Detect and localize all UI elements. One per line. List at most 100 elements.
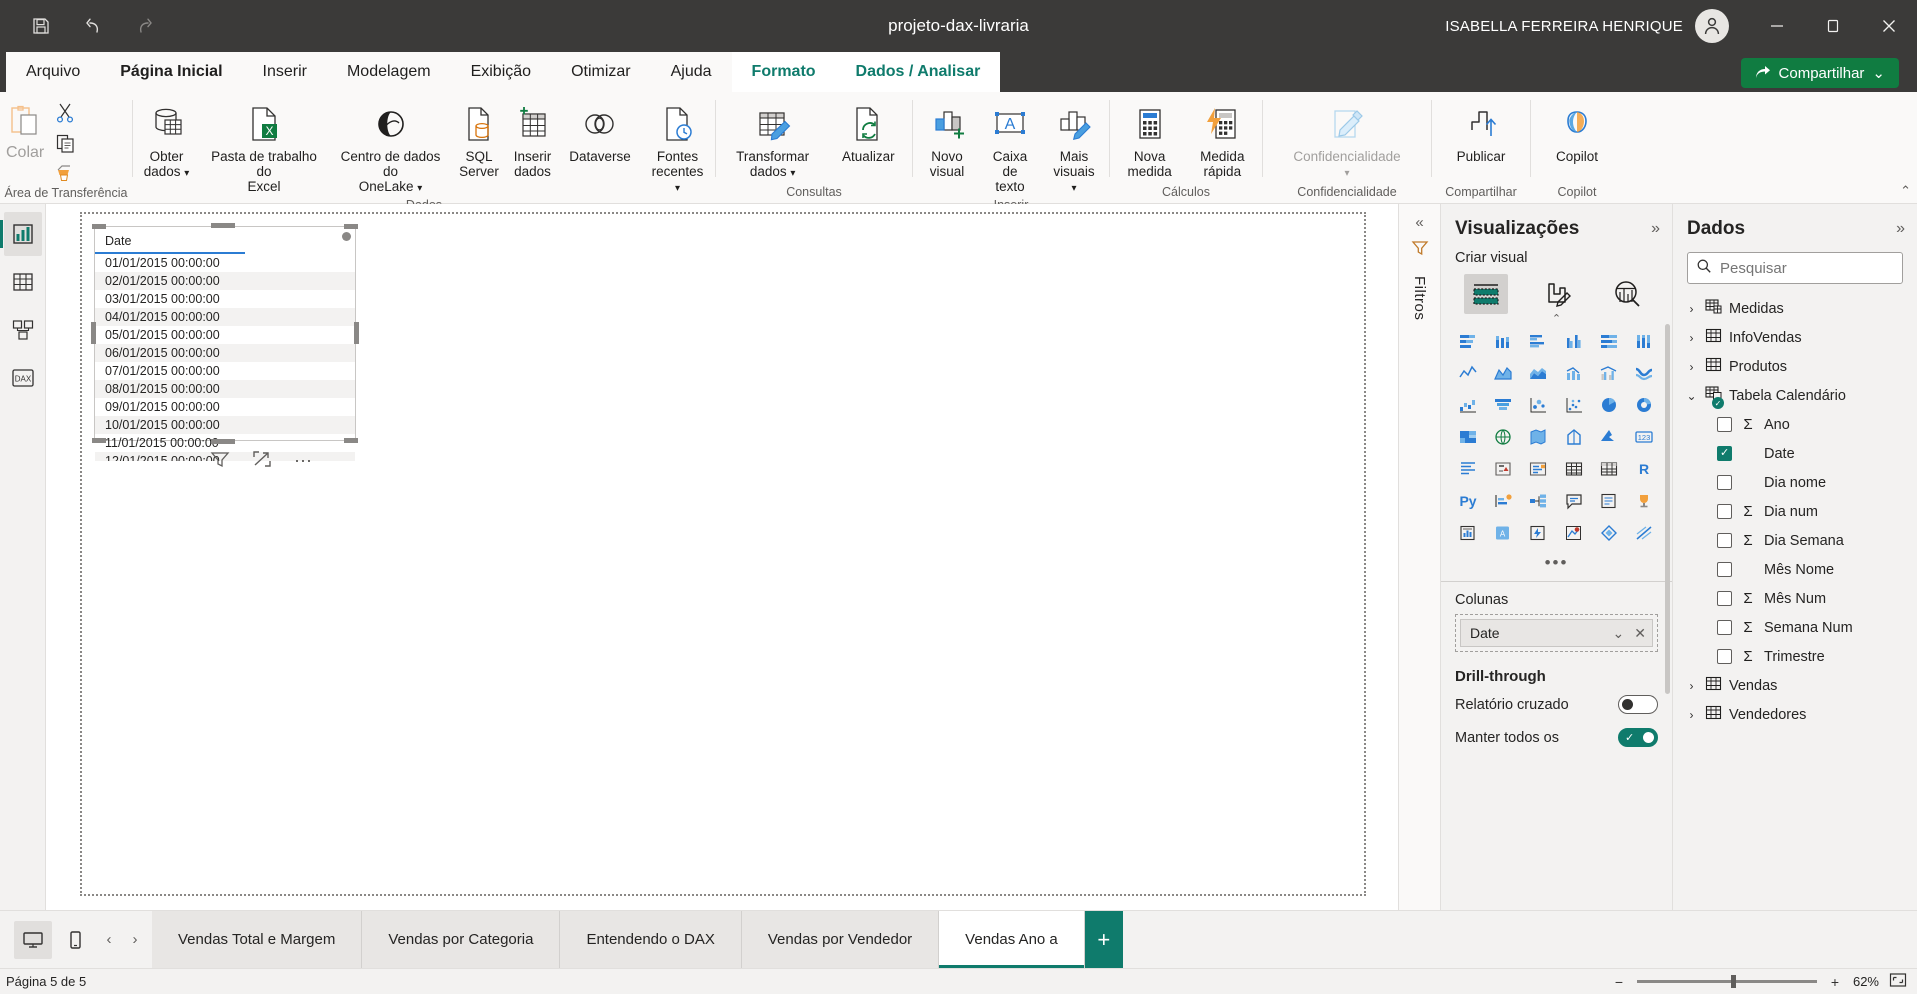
chevron-right-icon[interactable]: › [1685, 331, 1698, 345]
table-node-produtos[interactable]: › Produtos [1681, 352, 1917, 381]
resize-handle-sw[interactable] [92, 438, 106, 443]
r-script-visual-icon[interactable]: R [1629, 455, 1659, 483]
line-chart-icon[interactable] [1453, 359, 1483, 387]
table-row[interactable]: 04/01/2015 00:00:00 [95, 308, 355, 326]
field-checkbox[interactable] [1717, 562, 1732, 577]
filter-icon[interactable] [210, 450, 230, 473]
prev-page-arrow[interactable]: ‹ [98, 931, 120, 948]
table-node-medidas[interactable]: › Medidas [1681, 294, 1917, 323]
card-icon[interactable]: 123 [1629, 423, 1659, 451]
account-name[interactable]: ISABELLA FERREIRA HENRIQUE [1445, 18, 1695, 35]
treemap-icon[interactable] [1453, 423, 1483, 451]
tab-dados-analisar[interactable]: Dados / Analisar [835, 52, 1001, 92]
funnel-chart-icon[interactable] [1488, 391, 1518, 419]
ribbon-button-dataverse[interactable]: Dataverse [560, 98, 640, 166]
chevron-down-icon[interactable]: ⌄ [1613, 625, 1625, 642]
line-clustered-column-icon[interactable] [1594, 359, 1624, 387]
tab-inserir[interactable]: Inserir [242, 52, 327, 92]
arcgis-maps-icon[interactable] [1559, 519, 1589, 547]
ribbon-button-publicar[interactable]: Publicar [1437, 98, 1525, 166]
donut-chart-icon[interactable] [1629, 391, 1659, 419]
power-automate-icon[interactable] [1523, 519, 1553, 547]
zoom-in-button[interactable]: + [1827, 974, 1843, 990]
slicer-icon[interactable] [1523, 455, 1553, 483]
tab-pagina-inicial[interactable]: Página Inicial [100, 52, 243, 92]
power-apps-icon[interactable]: A [1488, 519, 1518, 547]
table-visual[interactable]: Date 01/01/2015 00:00:00 02/01/2015 00:0… [91, 223, 359, 461]
chevron-down-icon[interactable]: ⌄ [1685, 389, 1698, 403]
field-mes-num[interactable]: Σ Mês Num [1681, 584, 1917, 613]
resize-handle-n[interactable] [211, 223, 235, 228]
chevron-right-icon[interactable]: › [1685, 679, 1698, 693]
table-node-vendas[interactable]: › Vendas [1681, 671, 1917, 700]
table-node-infovendas[interactable]: › InfoVendas [1681, 323, 1917, 352]
visualizations-pane-scrollbar[interactable] [1665, 324, 1670, 694]
matrix-icon[interactable] [1594, 455, 1624, 483]
filled-map-icon[interactable] [1523, 423, 1553, 451]
collapse-ribbon-button[interactable]: ⌃ [1900, 183, 1911, 199]
multi-row-card-icon[interactable] [1453, 455, 1483, 483]
azure-map-icon[interactable] [1594, 423, 1624, 451]
sidebar-item-model-view[interactable] [4, 308, 42, 352]
share-button[interactable]: Compartilhar ⌄ [1740, 58, 1899, 88]
ribbon-chart-icon[interactable] [1629, 359, 1659, 387]
field-checkbox[interactable] [1717, 620, 1732, 635]
report-canvas-area[interactable]: Date 01/01/2015 00:00:00 02/01/2015 00:0… [46, 204, 1398, 910]
azure-ml-icon[interactable] [1594, 519, 1624, 547]
stacked-area-chart-icon[interactable] [1523, 359, 1553, 387]
dot-plot-icon[interactable] [1559, 391, 1589, 419]
pie-chart-icon[interactable] [1594, 391, 1624, 419]
ribbon-button-sql-server[interactable]: SQL Server [453, 98, 505, 181]
page-tab-vendas-total-margem[interactable]: Vendas Total e Margem [152, 911, 363, 968]
100-stacked-column-chart-icon[interactable] [1629, 327, 1659, 355]
decomposition-tree-icon[interactable] [1523, 487, 1553, 515]
clustered-bar-chart-icon[interactable] [1523, 327, 1553, 355]
maximize-button[interactable] [1805, 0, 1861, 52]
field-checkbox[interactable] [1717, 475, 1732, 490]
shape-map-icon[interactable] [1559, 423, 1589, 451]
ribbon-button-transformar-dados[interactable]: Transformar dados ▾ [721, 98, 825, 183]
tab-otimizar[interactable]: Otimizar [551, 52, 651, 92]
format-visual-icon[interactable] [1534, 274, 1578, 314]
waterfall-chart-icon[interactable] [1453, 391, 1483, 419]
field-chip-date[interactable]: Date ⌄ ✕ [1460, 619, 1653, 647]
next-page-arrow[interactable]: › [124, 931, 146, 948]
minimize-button[interactable] [1749, 0, 1805, 52]
field-checkbox[interactable] [1717, 533, 1732, 548]
sidebar-item-dax-query-view[interactable]: DAX [4, 356, 42, 400]
table-icon[interactable] [1559, 455, 1589, 483]
page-tab-vendas-por-vendedor[interactable]: Vendas por Vendedor [741, 911, 940, 968]
clustered-column-chart-icon[interactable] [1559, 327, 1589, 355]
scatter-high-density-icon[interactable] [1629, 519, 1659, 547]
tab-arquivo[interactable]: Arquivo [6, 52, 101, 92]
tab-modelagem[interactable]: Modelagem [326, 52, 451, 92]
resize-handle-s[interactable] [211, 439, 235, 444]
resize-handle-nw[interactable] [92, 224, 106, 229]
filter-icon[interactable] [1411, 239, 1429, 262]
analytics-icon[interactable] [1605, 274, 1649, 314]
area-chart-icon[interactable] [1488, 359, 1518, 387]
resize-handle-se[interactable] [344, 438, 358, 443]
chevron-right-icon[interactable]: › [1685, 708, 1698, 722]
expand-pane-icon[interactable]: » [1896, 220, 1905, 238]
ribbon-button-mais-visuais[interactable]: Mais visuais ▾ [1044, 98, 1104, 198]
filters-pane-collapsed[interactable]: « Filtros [1398, 204, 1440, 910]
resize-handle-ne[interactable] [344, 224, 358, 229]
table-row[interactable]: 09/01/2015 00:00:00 [95, 398, 355, 416]
fit-to-page-icon[interactable] [1889, 972, 1907, 991]
field-checkbox[interactable] [1717, 504, 1732, 519]
field-dia-nome[interactable]: Dia nome [1681, 468, 1917, 497]
resize-handle-w[interactable] [91, 322, 96, 344]
columns-well[interactable]: Date ⌄ ✕ [1455, 614, 1658, 652]
ribbon-button-fontes-recentes[interactable]: Fontes recentes ▾ [642, 98, 714, 198]
ribbon-button-obter-dados[interactable]: Obter dados ▾ [135, 98, 199, 183]
narrative-icon[interactable] [1594, 487, 1624, 515]
copy-icon[interactable] [50, 130, 80, 156]
gallery-caret-icon[interactable]: ⌃ [1441, 312, 1672, 325]
field-checkbox[interactable] [1717, 591, 1732, 606]
tab-formato[interactable]: Formato [731, 52, 836, 92]
page-tab-entendendo-o-dax[interactable]: Entendendo o DAX [560, 911, 742, 968]
line-stacked-column-icon[interactable] [1559, 359, 1589, 387]
scatter-chart-icon[interactable] [1523, 391, 1553, 419]
field-dia-num[interactable]: Σ Dia num [1681, 497, 1917, 526]
